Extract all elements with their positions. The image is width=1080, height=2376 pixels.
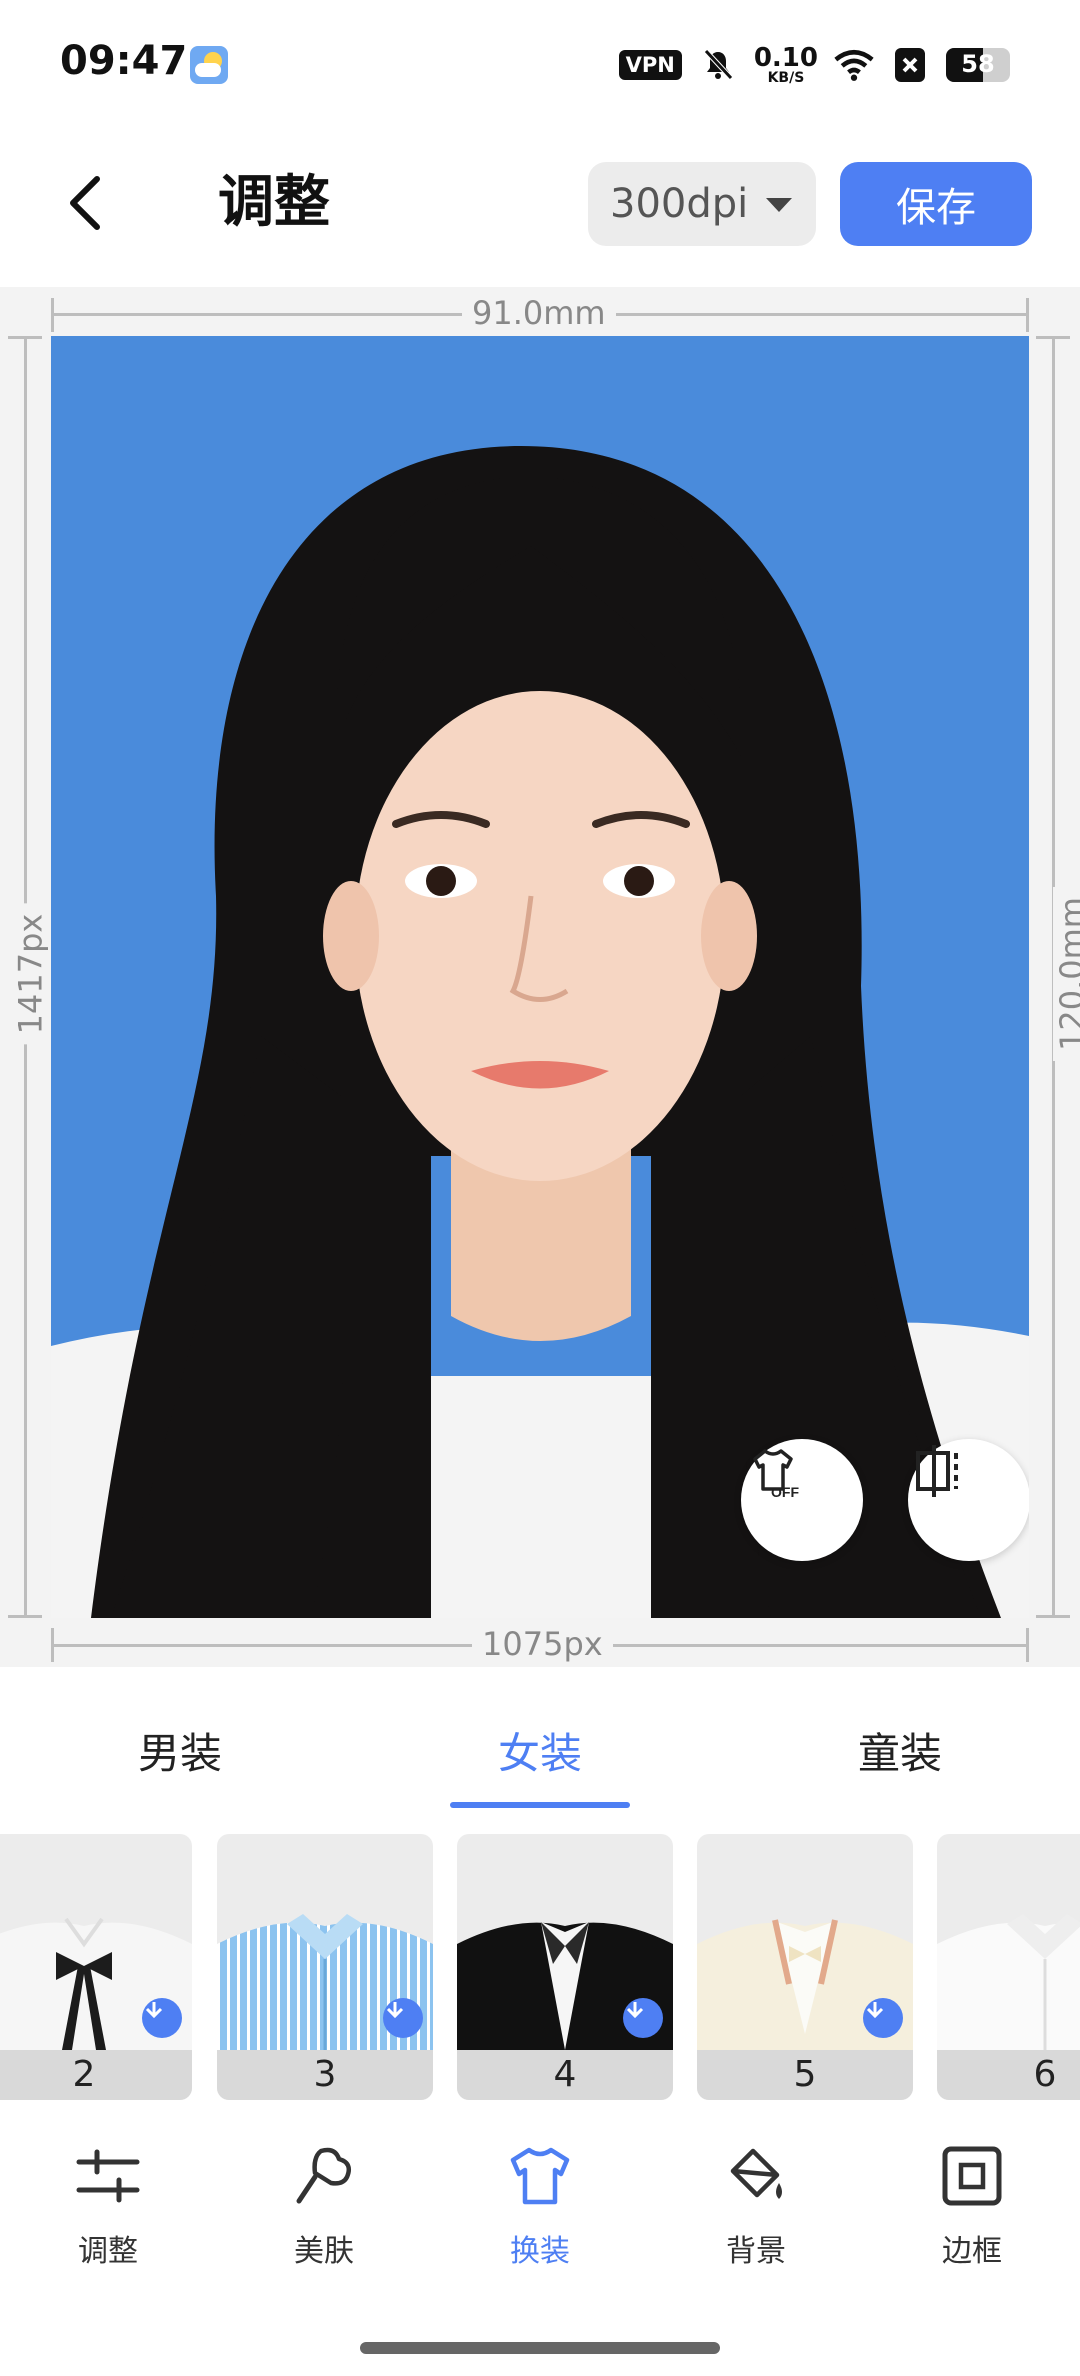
width-mm-label: 91.0mm <box>462 294 616 332</box>
compare-split-icon <box>916 1445 958 1497</box>
ruler-right-tick-top <box>1036 336 1070 339</box>
status-time: 09:47 <box>60 38 188 84</box>
paint-bucket-icon <box>720 2140 792 2212</box>
ruler-top-tick-left <box>51 298 54 332</box>
wifi-icon <box>834 45 874 85</box>
page-title: 调整 <box>218 170 330 235</box>
download-icon <box>623 1998 663 2038</box>
net-speed: 0.10 KB/S <box>754 45 818 85</box>
outfit-number: 2 <box>0 2050 192 2100</box>
ruler-left-tick-top <box>8 336 42 339</box>
vpn-badge: VPN <box>618 50 682 80</box>
caret-down-icon <box>766 198 792 212</box>
tab-menswear[interactable]: 男装 <box>0 1680 360 1820</box>
beauty-brush-icon <box>288 2140 360 2212</box>
back-button[interactable] <box>50 168 120 238</box>
tab-womenswear-label: 女装 <box>497 1728 582 1778</box>
download-icon <box>142 1998 182 2038</box>
nav-beauty[interactable]: 美肤 <box>216 2140 432 2290</box>
header-bar: 调整 300dpi 保存 <box>0 150 1080 260</box>
ruler-right-tick-bottom <box>1036 1615 1070 1618</box>
nav-frame-label: 边框 <box>942 2234 1002 2269</box>
nav-frame[interactable]: 边框 <box>864 2140 1080 2290</box>
bell-muted-icon <box>698 45 738 85</box>
chevron-left-icon <box>70 176 100 230</box>
save-button[interactable]: 保存 <box>840 162 1032 246</box>
outfit-number: 6 <box>937 2050 1080 2100</box>
nav-outfit-label: 换装 <box>510 2234 570 2269</box>
category-tabs: 男装 女装 童装 <box>0 1680 1080 1820</box>
active-tab-indicator <box>450 1802 630 1808</box>
svg-text:OFF: OFF <box>771 1484 799 1500</box>
bottom-nav: 调整 美肤 换装 背景 边框 <box>0 2140 1080 2290</box>
download-icon <box>863 1998 903 2038</box>
outfit-item-4[interactable]: 4 <box>457 1834 673 2100</box>
compare-button[interactable] <box>908 1439 1029 1561</box>
outfit-item-5[interactable]: 5 <box>697 1834 913 2100</box>
ruler-left-tick-bottom <box>8 1615 42 1618</box>
status-icons: VPN 0.10 KB/S 58 <box>618 40 1010 90</box>
outfit-item-6[interactable]: 6 <box>937 1834 1080 2100</box>
outfit-item-2[interactable]: 2 <box>0 1834 192 2100</box>
nav-adjust-label: 调整 <box>78 2234 138 2269</box>
ruler-bottom-tick-left <box>51 1628 54 1662</box>
height-mm-label: 120.0mm <box>1052 887 1080 1061</box>
battery-level: 58 <box>961 50 995 78</box>
download-icon <box>383 1998 423 2038</box>
close-box-icon <box>890 45 930 85</box>
tab-childrenswear-label: 童装 <box>857 1728 942 1778</box>
tab-menswear-label: 男装 <box>137 1728 222 1778</box>
height-px-label: 1417px <box>11 903 50 1045</box>
nav-adjust[interactable]: 调整 <box>0 2140 216 2290</box>
tshirt-icon <box>504 2140 576 2212</box>
nav-background-label: 背景 <box>726 2234 786 2269</box>
outfit-number: 5 <box>697 2050 913 2100</box>
shirt-off-icon: OFF <box>753 1449 799 1500</box>
portrait-illustration <box>51 446 1029 1618</box>
nav-beauty-label: 美肤 <box>294 2234 354 2269</box>
dpi-select[interactable]: 300dpi <box>588 162 816 246</box>
outfit-thumbnail <box>937 1914 1080 2050</box>
id-photo-preview[interactable]: OFF <box>51 336 1029 1618</box>
weather-icon <box>190 46 228 84</box>
net-speed-value: 0.10 <box>753 43 818 73</box>
outfit-list: 2 3 4 5 6 <box>0 1834 1080 2104</box>
outfit-number: 4 <box>457 2050 673 2100</box>
dpi-value: 300dpi <box>610 181 749 227</box>
outfit-item-3[interactable]: 3 <box>217 1834 433 2100</box>
tab-womenswear[interactable]: 女装 <box>360 1680 720 1820</box>
auto-adjust-off-button[interactable]: OFF <box>741 1439 863 1561</box>
sliders-icon <box>72 2140 144 2212</box>
nav-background[interactable]: 背景 <box>648 2140 864 2290</box>
status-bar: 09:47 VPN 0.10 KB/S 58 <box>0 0 1080 120</box>
battery-indicator: 58 <box>946 48 1010 82</box>
ruler-bottom-tick-right <box>1026 1628 1029 1662</box>
outfit-number: 3 <box>217 2050 433 2100</box>
net-speed-unit: KB/S <box>767 70 805 86</box>
ruler-top-tick-right <box>1026 298 1029 332</box>
home-indicator[interactable] <box>360 2342 720 2354</box>
nav-outfit[interactable]: 换装 <box>432 2140 648 2290</box>
width-px-label: 1075px <box>472 1625 613 1663</box>
frame-icon <box>936 2140 1008 2212</box>
tab-childrenswear[interactable]: 童装 <box>720 1680 1080 1820</box>
